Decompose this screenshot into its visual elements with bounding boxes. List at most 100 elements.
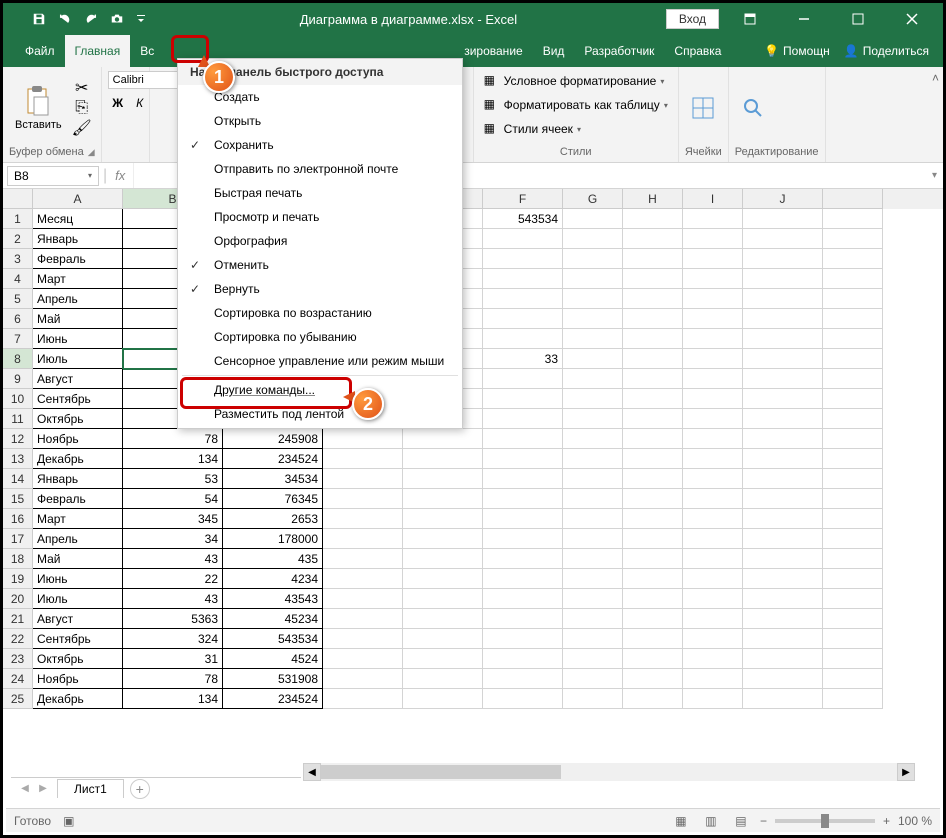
cell[interactable] [743,289,823,309]
cell[interactable] [683,329,743,349]
copy-icon[interactable]: ⎘ [72,99,92,117]
cell[interactable] [623,249,683,269]
cell[interactable] [743,469,823,489]
cell[interactable] [823,409,883,429]
cell[interactable]: Февраль [33,249,123,269]
cell[interactable] [323,589,403,609]
cell[interactable] [743,429,823,449]
cell[interactable]: Июль [33,349,123,369]
cell[interactable]: 34 [123,529,223,549]
row-header[interactable]: 4 [3,269,33,289]
cell[interactable]: 22 [123,569,223,589]
formula-expand-icon[interactable]: ▾ [926,170,943,181]
page-layout-view-icon[interactable]: ▥ [700,812,722,830]
cell[interactable] [483,369,563,389]
menu-item[interactable]: ✓Сохранить [178,133,462,157]
cell[interactable] [683,569,743,589]
normal-view-icon[interactable]: ▦ [670,812,692,830]
cell[interactable] [623,589,683,609]
cell[interactable] [323,489,403,509]
cell[interactable] [743,669,823,689]
cell[interactable] [823,509,883,529]
zoom-out-button[interactable]: − [760,814,767,828]
cell[interactable]: Сентябрь [33,389,123,409]
row-header[interactable]: 2 [3,229,33,249]
cell[interactable] [623,549,683,569]
collapse-ribbon-icon[interactable]: ˄ [932,71,939,85]
cut-icon[interactable]: ✂ [72,79,92,97]
cell[interactable] [483,589,563,609]
cell[interactable] [823,609,883,629]
cell[interactable]: 76345 [223,489,323,509]
tab-help[interactable]: Справка [664,35,731,67]
cell[interactable]: 45234 [223,609,323,629]
cell[interactable] [743,609,823,629]
cell[interactable] [743,389,823,409]
cell[interactable]: Декабрь [33,449,123,469]
cell[interactable] [483,309,563,329]
cell[interactable] [323,629,403,649]
tab-view[interactable]: Вид [533,35,575,67]
cell[interactable] [563,309,623,329]
cell[interactable] [743,649,823,669]
col-header-j[interactable]: J [743,189,823,209]
cell[interactable] [823,449,883,469]
cell[interactable]: 78 [123,429,223,449]
cell[interactable]: Август [33,369,123,389]
cell[interactable]: Апрель [33,289,123,309]
cell[interactable] [623,349,683,369]
cell[interactable] [323,449,403,469]
cells-button[interactable] [685,94,721,122]
cell[interactable] [823,329,883,349]
cell[interactable] [683,589,743,609]
menu-item[interactable]: Быстрая печать [178,181,462,205]
cell[interactable] [563,609,623,629]
cell[interactable] [823,389,883,409]
cell[interactable]: Май [33,309,123,329]
cell[interactable] [683,649,743,669]
cell[interactable] [683,509,743,529]
format-painter-icon[interactable]: 🖌 [72,119,92,137]
cell[interactable] [683,689,743,709]
cell[interactable] [483,249,563,269]
cell[interactable] [743,329,823,349]
cell[interactable] [623,509,683,529]
row-header[interactable]: 23 [3,649,33,669]
cell[interactable]: Август [33,609,123,629]
row-header[interactable]: 16 [3,509,33,529]
spreadsheet-grid[interactable]: A B E F G H I J 123456789101112131415161… [3,189,943,763]
cell[interactable] [563,509,623,529]
cell[interactable] [623,369,683,389]
tab-insert-partial[interactable]: Вс [130,35,164,67]
sheet-tab-1[interactable]: Лист1 [57,779,124,798]
hscroll-right-icon[interactable]: ▶ [897,763,915,781]
cell[interactable] [743,229,823,249]
cell[interactable] [323,469,403,489]
menu-item[interactable]: Отправить по электронной почте [178,157,462,181]
cell[interactable] [743,689,823,709]
row-header[interactable]: 22 [3,629,33,649]
bold-button[interactable]: Ж [108,93,128,113]
cell[interactable] [563,249,623,269]
cell[interactable] [563,489,623,509]
cell[interactable]: 2653 [223,509,323,529]
cell[interactable] [823,249,883,269]
cell[interactable] [323,529,403,549]
tab-review-partial[interactable]: зирование [454,35,532,67]
cell[interactable] [323,689,403,709]
cell[interactable]: 33 [483,349,563,369]
cell[interactable] [823,689,883,709]
menu-item[interactable]: Сортировка по возрастанию [178,301,462,325]
cell[interactable] [823,569,883,589]
zoom-level[interactable]: 100 % [898,814,932,828]
cell[interactable] [323,429,403,449]
col-header-k[interactable] [823,189,883,209]
save-icon[interactable] [27,7,51,31]
cell[interactable] [743,369,823,389]
cell[interactable] [323,509,403,529]
qat-customize-dropdown[interactable] [131,9,151,29]
cell[interactable] [323,569,403,589]
row-header[interactable]: 24 [3,669,33,689]
row-header[interactable]: 18 [3,549,33,569]
cell[interactable] [683,409,743,429]
